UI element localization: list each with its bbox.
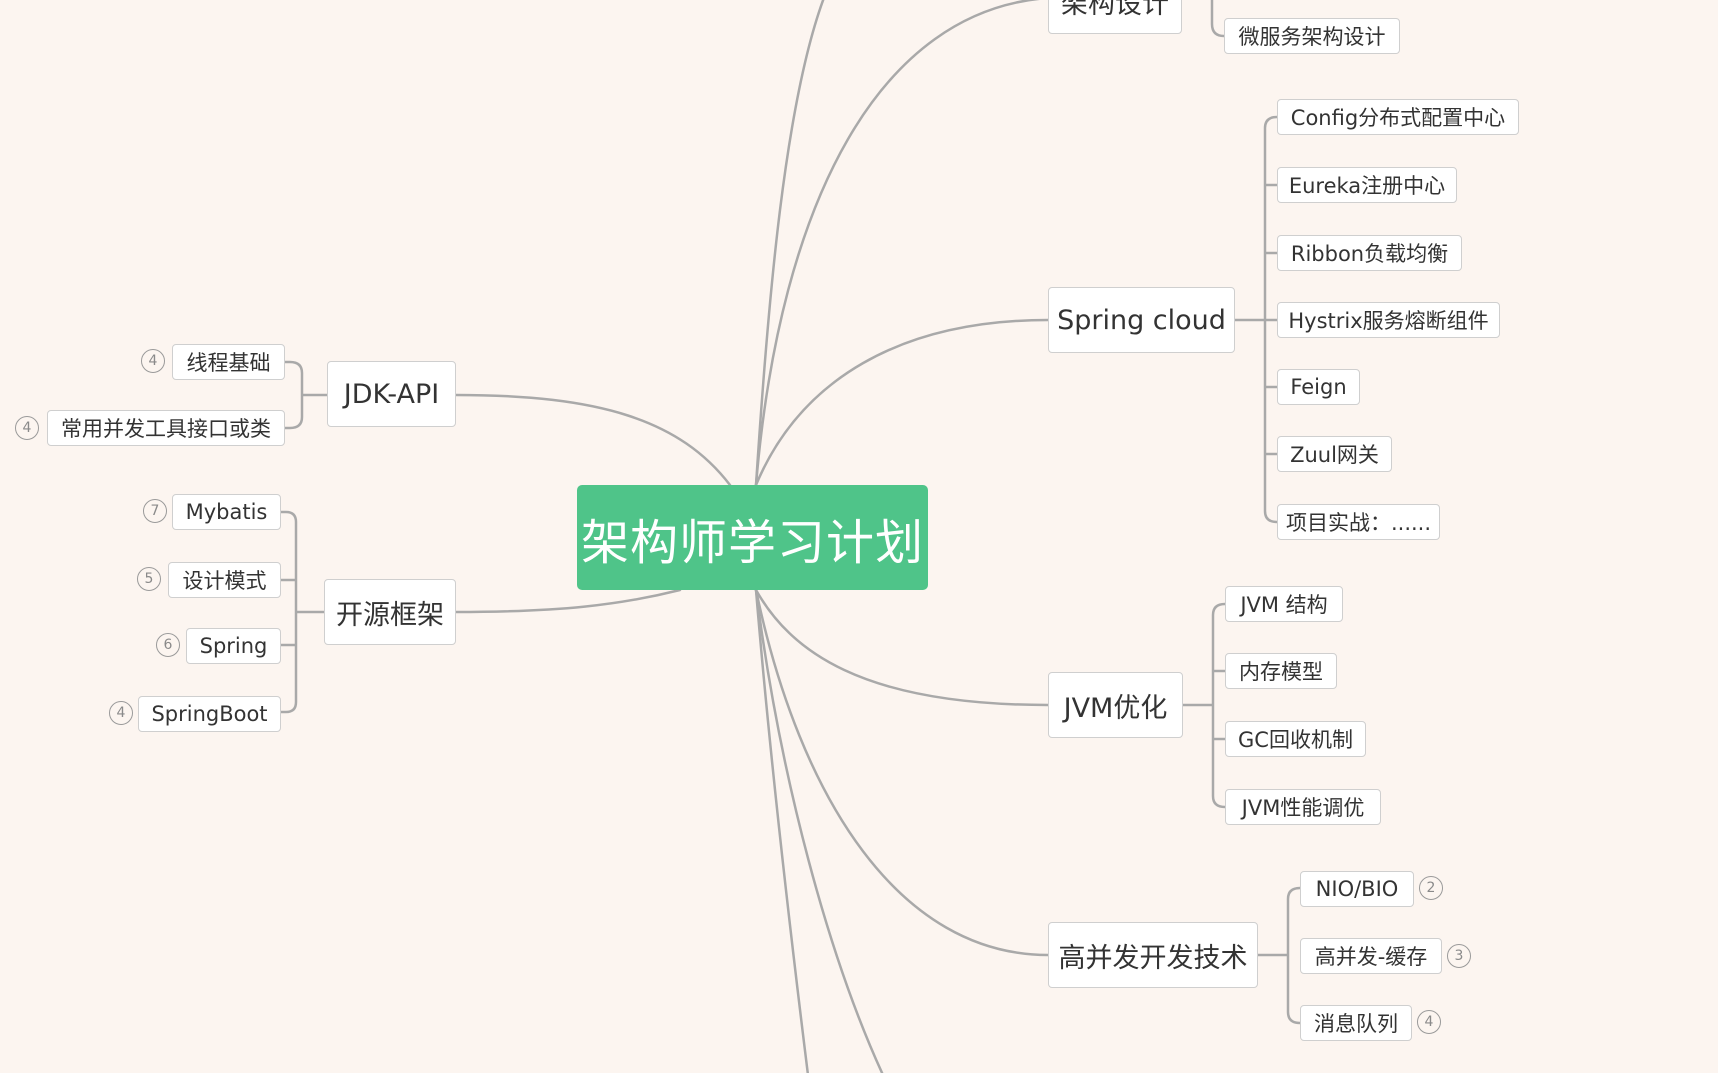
topic-high-concurrency[interactable]: 高并发开发技术	[1048, 922, 1258, 988]
child-count-badge[interactable]: 6	[156, 633, 180, 657]
connector-open-bracket	[279, 510, 326, 714]
child-count-badge[interactable]: 4	[1417, 1010, 1441, 1034]
subtopic-cache[interactable]: 高并发-缓存	[1300, 938, 1442, 974]
child-count-badge[interactable]: 3	[1447, 944, 1471, 968]
connector-root-offscreen-top	[754, 0, 825, 487]
subtopic-feign[interactable]: Feign	[1277, 369, 1360, 405]
subtopic-project-practice[interactable]: 项目实战：......	[1277, 504, 1440, 540]
child-count-badge[interactable]: 4	[141, 349, 165, 373]
subtopic-spring[interactable]: Spring	[186, 628, 281, 664]
subtopic-eureka[interactable]: Eureka注册中心	[1277, 167, 1457, 203]
connector-root-offscreen-bottom-1	[754, 588, 884, 1073]
subtopic-microservice-design[interactable]: 微服务架构设计	[1224, 18, 1400, 54]
connector-root-jvm	[754, 588, 1050, 707]
subtopic-design-patterns[interactable]: 设计模式	[168, 562, 281, 598]
connector-root-arch-design	[754, 0, 1042, 487]
topic-jvm-optimization[interactable]: JVM优化	[1048, 672, 1183, 738]
child-count-badge[interactable]: 5	[137, 567, 161, 591]
topic-architecture-design[interactable]: 架构设计	[1048, 0, 1182, 34]
connector-root-jdk-api	[454, 393, 732, 487]
subtopic-nio-bio[interactable]: NIO/BIO	[1300, 871, 1414, 907]
child-count-badge[interactable]: 2	[1419, 876, 1443, 900]
connector-arch-bracket	[1210, 0, 1226, 38]
subtopic-memory-model[interactable]: 内存模型	[1225, 653, 1337, 689]
root-node[interactable]: 架构师学习计划	[577, 485, 928, 590]
connector-springcloud-bracket	[1233, 115, 1279, 524]
connector-root-open-source	[454, 588, 682, 614]
subtopic-springboot[interactable]: SpringBoot	[138, 696, 281, 732]
subtopic-jvm-tuning[interactable]: JVM性能调优	[1225, 789, 1381, 825]
mind-map-canvas: 架构师学习计划 JDK-API 线程基础 4 常用并发工具接口或类 4 开源框架…	[0, 0, 1718, 1073]
connector-root-spring-cloud	[754, 318, 1050, 487]
connector-jvm-bracket	[1181, 602, 1227, 809]
subtopic-message-queue[interactable]: 消息队列	[1300, 1005, 1412, 1041]
subtopic-config-center[interactable]: Config分布式配置中心	[1277, 99, 1519, 135]
topic-open-source-frameworks[interactable]: 开源框架	[324, 579, 456, 645]
subtopic-zuul[interactable]: Zuul网关	[1277, 436, 1392, 472]
subtopic-mybatis[interactable]: Mybatis	[172, 494, 281, 530]
subtopic-thread-basics[interactable]: 线程基础	[172, 344, 285, 380]
subtopic-concurrency-tools[interactable]: 常用并发工具接口或类	[47, 410, 285, 446]
connector-concurrency-bracket	[1256, 886, 1302, 1025]
topic-jdk-api[interactable]: JDK-API	[327, 361, 456, 427]
subtopic-jvm-structure[interactable]: JVM 结构	[1225, 586, 1343, 622]
subtopic-gc-mechanism[interactable]: GC回收机制	[1225, 721, 1366, 757]
subtopic-ribbon[interactable]: Ribbon负载均衡	[1277, 235, 1462, 271]
connector-root-offscreen-bottom-2	[754, 588, 810, 1073]
child-count-badge[interactable]: 7	[143, 499, 167, 523]
topic-spring-cloud[interactable]: Spring cloud	[1048, 287, 1235, 353]
child-count-badge[interactable]: 4	[15, 416, 39, 440]
connector-jdk-bracket	[283, 360, 329, 430]
child-count-badge[interactable]: 4	[109, 701, 133, 725]
connector-root-concurrency	[754, 588, 1050, 957]
subtopic-hystrix[interactable]: Hystrix服务熔断组件	[1277, 302, 1500, 338]
